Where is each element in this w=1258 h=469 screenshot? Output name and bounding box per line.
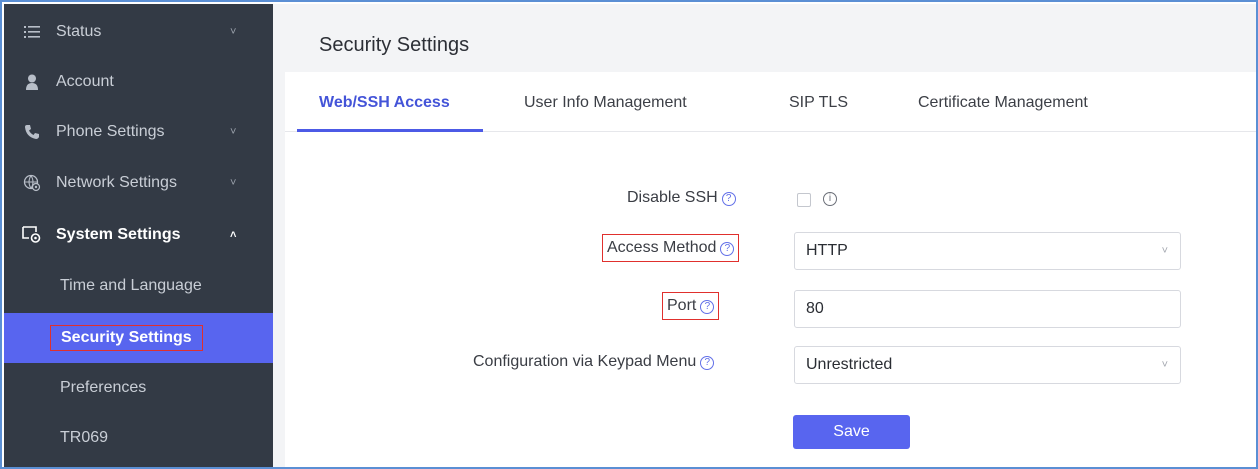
chevron-up-icon: ˄ <box>230 229 237 241</box>
app-window: Status ˅ Account Phone Settings ˅ Networ… <box>0 0 1258 469</box>
sidebar-subitem-label: TR069 <box>60 429 109 446</box>
tab-certificate-management[interactable]: Certificate Management <box>918 94 1088 112</box>
sidebar-item-phone-settings[interactable]: Phone Settings ˅ <box>4 108 273 156</box>
sidebar-item-label: System Settings <box>56 226 181 243</box>
help-icon[interactable]: ? <box>720 242 735 256</box>
sidebar-subitem-label: Security Settings <box>50 325 203 351</box>
chevron-down-icon: ˅ <box>1161 359 1168 371</box>
sidebar-item-system-settings[interactable]: System Settings ˄ <box>4 211 273 259</box>
chevron-down-icon: ˅ <box>230 126 237 138</box>
info-icon[interactable]: i <box>823 192 837 206</box>
chevron-down-icon: ˅ <box>230 26 237 38</box>
sidebar-item-status[interactable]: Status ˅ <box>4 8 273 56</box>
keypad-menu-label: Configuration via Keypad Menu? <box>473 353 715 371</box>
sidebar-item-label: Status <box>56 23 102 40</box>
sidebar-item-network-settings[interactable]: Network Settings ˅ <box>4 159 273 207</box>
page-title: Security Settings <box>319 34 470 56</box>
tab-web-ssh-access[interactable]: Web/SSH Access <box>319 94 450 112</box>
sidebar: Status ˅ Account Phone Settings ˅ Networ… <box>4 4 273 467</box>
system-settings-icon <box>22 225 42 245</box>
sidebar-item-account[interactable]: Account <box>4 58 273 106</box>
access-method-label: Access Method? <box>602 234 740 262</box>
sidebar-subitem-label: Time and Language <box>60 277 202 294</box>
port-label: Port? <box>662 292 720 320</box>
settings-panel: Web/SSH Access User Info Management SIP … <box>285 72 1256 467</box>
keypad-menu-select[interactable]: Unrestricted ˅ <box>794 346 1181 384</box>
help-icon[interactable]: ? <box>721 192 736 206</box>
sidebar-subitem-tr069[interactable]: TR069 <box>4 413 273 463</box>
chevron-down-icon: ˅ <box>1161 245 1168 257</box>
disable-ssh-label: Disable SSH? <box>627 189 736 207</box>
main-content: Security Settings Web/SSH Access User In… <box>273 4 1256 467</box>
sidebar-item-label: Phone Settings <box>56 123 165 140</box>
tab-bar: Web/SSH Access User Info Management SIP … <box>285 72 1256 132</box>
tab-sip-tls[interactable]: SIP TLS <box>789 94 848 112</box>
help-icon[interactable]: ? <box>700 300 715 314</box>
help-icon[interactable]: ? <box>700 356 715 370</box>
port-input[interactable]: 80 <box>794 290 1181 328</box>
user-icon <box>22 72 42 92</box>
chevron-down-icon: ˅ <box>230 177 237 189</box>
phone-icon <box>22 122 42 142</box>
access-method-select[interactable]: HTTP ˅ <box>794 232 1181 270</box>
disable-ssh-checkbox[interactable] <box>797 193 811 207</box>
tab-user-info-management[interactable]: User Info Management <box>524 94 687 112</box>
sidebar-item-label: Network Settings <box>56 174 177 191</box>
active-tab-indicator <box>297 129 483 132</box>
network-icon <box>22 173 42 193</box>
sidebar-subitem-security-settings[interactable]: Security Settings <box>4 313 273 363</box>
sidebar-subitem-time-and-language[interactable]: Time and Language <box>4 261 273 311</box>
save-button[interactable]: Save <box>793 415 910 449</box>
list-icon <box>22 22 42 42</box>
sidebar-subitem-label: Preferences <box>60 379 147 396</box>
sidebar-item-label: Account <box>56 73 114 90</box>
sidebar-subitem-preferences[interactable]: Preferences <box>4 363 273 413</box>
